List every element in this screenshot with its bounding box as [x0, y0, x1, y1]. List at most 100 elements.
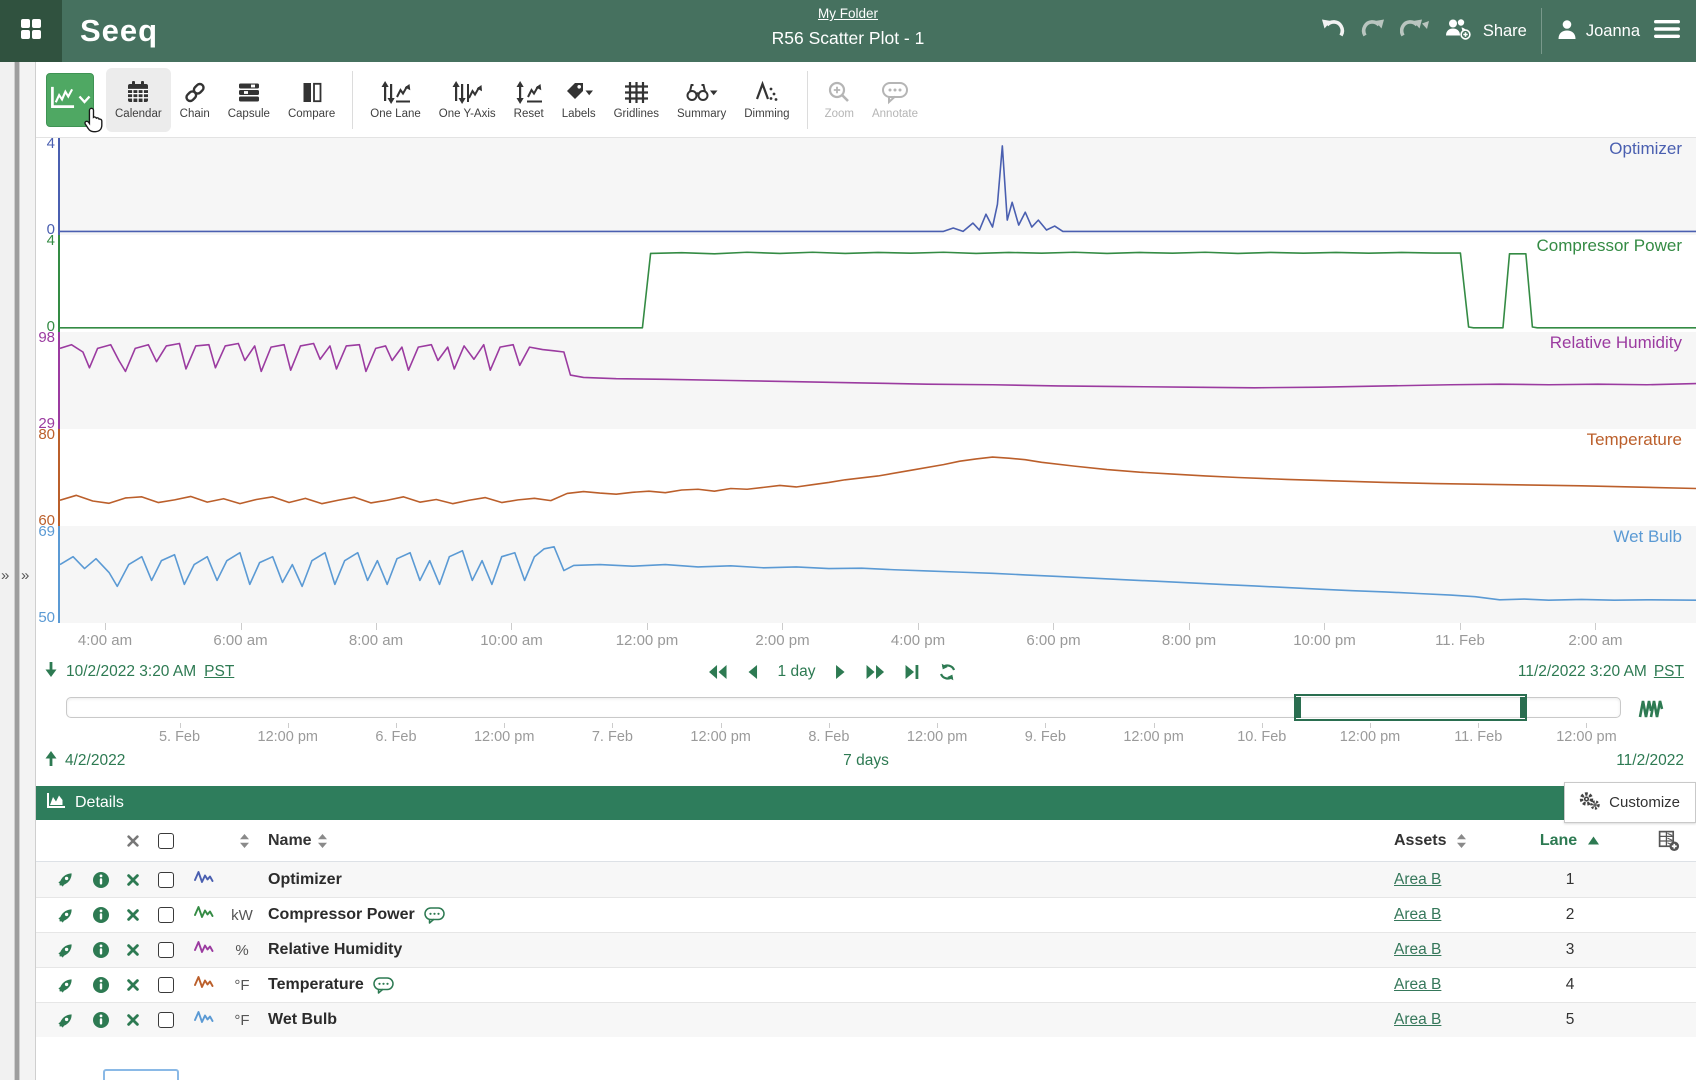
asset-swap-button[interactable] — [57, 907, 74, 924]
timezone-link[interactable]: PST — [204, 663, 234, 681]
step-back-button[interactable] — [747, 664, 759, 680]
remove-item-button[interactable] — [127, 979, 139, 991]
signal-row[interactable]: kWCompressor PowerArea B2 — [36, 897, 1696, 932]
select-item-checkbox[interactable] — [158, 977, 174, 993]
investigate-range-start[interactable]: 4/2/2022 — [65, 752, 125, 770]
tool-dimming-button[interactable]: Dimming — [735, 68, 798, 132]
remove-item-button[interactable] — [127, 874, 139, 886]
lane-plot[interactable]: Optimizer — [58, 138, 1696, 235]
item-info-button[interactable] — [92, 906, 110, 924]
sort-type-button[interactable] — [239, 833, 250, 849]
signal-row[interactable]: %Relative HumidityArea B3 — [36, 932, 1696, 967]
expand-panel-left-2[interactable]: » — [20, 62, 36, 1080]
select-item-checkbox[interactable] — [158, 872, 174, 888]
auto-update-button[interactable] — [938, 663, 956, 681]
remove-item-button[interactable] — [127, 909, 139, 921]
item-name[interactable]: Temperature — [268, 976, 364, 994]
sort-name-button[interactable] — [317, 833, 328, 849]
app-switcher-button[interactable] — [0, 0, 62, 62]
step-back-full-button[interactable] — [708, 664, 728, 680]
display-range-start[interactable]: 10/2/2022 3:20 AM — [66, 663, 196, 681]
overview-track[interactable] — [66, 697, 1621, 718]
select-item-checkbox[interactable] — [158, 1012, 174, 1028]
select-all-checkbox[interactable] — [158, 833, 174, 849]
sort-assets-button[interactable] — [1456, 833, 1467, 849]
lane-plot[interactable]: Wet Bulb — [58, 526, 1696, 623]
item-info-button[interactable] — [92, 871, 110, 889]
redo-all-button[interactable] — [1400, 18, 1430, 45]
tool-one-lane-button[interactable]: One Lane — [361, 68, 430, 132]
investigate-range-end[interactable]: 11/2/2022 — [1616, 752, 1684, 770]
asset-swap-button[interactable] — [57, 1012, 74, 1029]
breadcrumb[interactable]: My Folder — [818, 6, 878, 21]
tool-reset-button[interactable]: Reset — [505, 68, 553, 132]
tool-calendar-button[interactable]: Calendar — [106, 68, 171, 132]
y-axis[interactable]: 9829 — [36, 332, 58, 429]
y-axis[interactable]: 40 — [36, 235, 58, 332]
trend-chart[interactable]: 40Optimizer40Compressor Power9829Relativ… — [36, 138, 1696, 623]
step-size-label[interactable]: 1 day — [778, 663, 816, 681]
remove-item-button[interactable] — [127, 1014, 139, 1026]
hamburger-icon — [1654, 19, 1680, 44]
user-menu[interactable]: Joanna — [1556, 18, 1640, 45]
lane-plot[interactable]: Compressor Power — [58, 235, 1696, 332]
signal-row[interactable]: °FTemperatureArea B4 — [36, 967, 1696, 1002]
tool-compare-button[interactable]: Compare — [279, 68, 344, 132]
y-axis[interactable]: 40 — [36, 138, 58, 235]
annotation-icon[interactable] — [424, 907, 445, 924]
item-info-button[interactable] — [92, 976, 110, 994]
item-name[interactable]: Optimizer — [268, 871, 342, 889]
tool-label: Dimming — [744, 108, 789, 120]
y-axis[interactable]: 8060 — [36, 429, 58, 526]
asset-link[interactable]: Area B — [1394, 871, 1441, 889]
range-duration[interactable]: 7 days — [843, 752, 889, 770]
select-item-checkbox[interactable] — [158, 942, 174, 958]
sort-lane-button[interactable] — [1587, 836, 1600, 845]
main-menu-button[interactable] — [1654, 19, 1680, 44]
item-name[interactable]: Wet Bulb — [268, 1011, 337, 1029]
overview-signals-icon[interactable] — [1638, 696, 1664, 725]
overview-selection[interactable] — [1294, 694, 1527, 721]
asset-link[interactable]: Area B — [1394, 1011, 1441, 1029]
add-column-button[interactable] — [1657, 829, 1680, 852]
remove-item-button[interactable] — [127, 944, 139, 956]
redo-button[interactable] — [1360, 18, 1386, 45]
y-axis[interactable]: 6950 — [36, 526, 58, 623]
signal-row[interactable]: °FWet BulbArea B5 — [36, 1002, 1696, 1037]
asset-link[interactable]: Area B — [1394, 976, 1441, 994]
annotation-icon[interactable] — [373, 977, 394, 994]
asset-swap-button[interactable] — [57, 942, 74, 959]
share-button[interactable]: Share — [1444, 16, 1527, 46]
customize-button[interactable]: Customize — [1564, 782, 1696, 823]
asset-swap-button[interactable] — [57, 977, 74, 994]
tool-labels-button[interactable]: Labels — [553, 68, 605, 132]
display-range-end[interactable]: 11/2/2022 3:20 AM — [1518, 663, 1647, 681]
asset-link[interactable]: Area B — [1394, 941, 1441, 959]
tool-chain-button[interactable]: Chain — [171, 68, 219, 132]
view-mode-button[interactable] — [46, 73, 94, 127]
signal-row[interactable]: OptimizerArea B1 — [36, 862, 1696, 897]
asset-link[interactable]: Area B — [1394, 906, 1441, 924]
tool-label: Compare — [288, 108, 335, 120]
tool-summary-button[interactable]: Summary — [668, 68, 735, 132]
tool-capsule-button[interactable]: Capsule — [219, 68, 279, 132]
timezone-link[interactable]: PST — [1654, 663, 1684, 681]
overview-tick — [612, 723, 613, 728]
tool-one-y-axis-button[interactable]: One Y-Axis — [430, 68, 505, 132]
tool-gridlines-button[interactable]: Gridlines — [605, 68, 668, 132]
undo-button[interactable] — [1320, 18, 1346, 45]
item-name[interactable]: Relative Humidity — [268, 941, 402, 959]
lane-plot[interactable]: Relative Humidity — [58, 332, 1696, 429]
lane-label: Temperature — [1587, 430, 1682, 450]
step-forward-full-button[interactable] — [865, 664, 885, 680]
item-name[interactable]: Compressor Power — [268, 906, 415, 924]
step-to-end-button[interactable] — [904, 664, 919, 680]
expand-panel-left-1[interactable]: » — [0, 62, 15, 1080]
remove-all-button[interactable] — [127, 835, 139, 847]
item-info-button[interactable] — [92, 1011, 110, 1029]
asset-swap-button[interactable] — [57, 871, 74, 888]
lane-plot[interactable]: Temperature — [58, 429, 1696, 526]
item-info-button[interactable] — [92, 941, 110, 959]
step-forward-button[interactable] — [834, 664, 846, 680]
select-item-checkbox[interactable] — [158, 907, 174, 923]
